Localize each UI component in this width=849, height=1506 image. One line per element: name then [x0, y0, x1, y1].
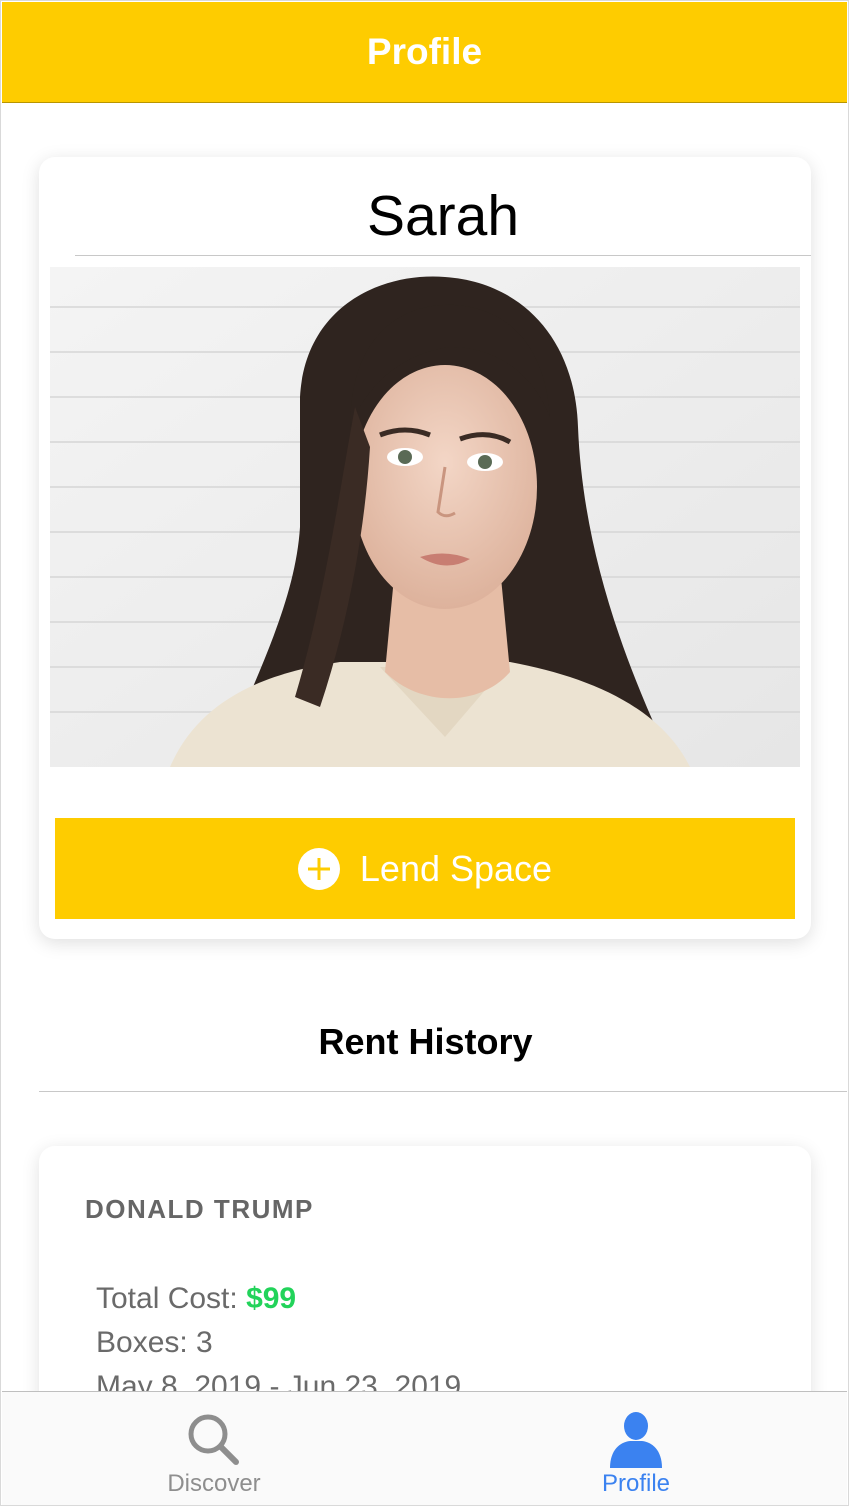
tab-discover[interactable]: Discover — [64, 1392, 364, 1505]
person-icon — [610, 1412, 662, 1468]
header-bar: Profile — [2, 2, 847, 103]
search-icon — [188, 1414, 239, 1465]
lend-space-button[interactable]: Lend Space — [55, 818, 795, 919]
tab-profile[interactable]: Profile — [486, 1392, 786, 1505]
tab-profile-label: Profile — [601, 1470, 671, 1497]
renter-name: DONALD TRUMP — [85, 1194, 314, 1224]
history-divider — [39, 1091, 847, 1092]
boxes-count: Boxes: 3 — [96, 1326, 213, 1359]
profile-name: Sarah — [75, 181, 811, 256]
profile-card: Sarah Lend Space — [39, 157, 811, 939]
total-cost-line: Total Cost: $99 — [96, 1282, 296, 1316]
rent-history-heading: Rent History — [318, 1021, 533, 1062]
total-cost-value: $99 — [246, 1282, 297, 1315]
total-cost-label: Total Cost: — [96, 1282, 247, 1315]
tab-discover-label: Discover — [167, 1470, 261, 1497]
bottom-tab-bar: Discover Profile — [2, 1391, 847, 1505]
profile-photo — [50, 267, 800, 767]
page-title: Profile — [366, 31, 483, 72]
add-circle-icon — [297, 847, 340, 890]
lend-space-label: Lend Space — [359, 847, 553, 889]
app-frame: Profile Sarah Lend Space Rent History DO… — [0, 0, 849, 1506]
